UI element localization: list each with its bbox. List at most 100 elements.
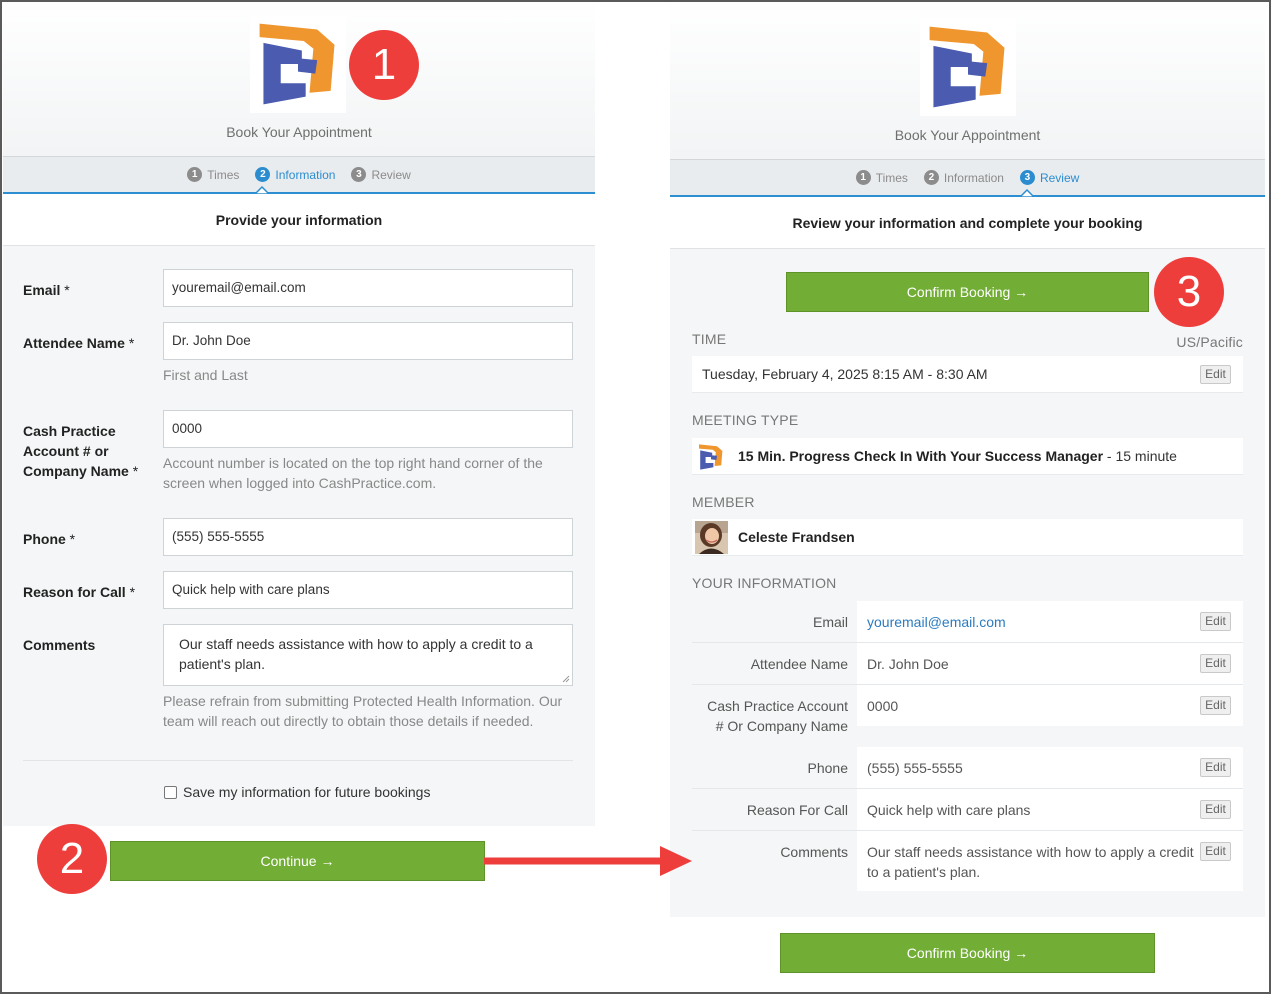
required-mark: *: [69, 531, 76, 547]
meeting-type-section-label: MEETING TYPE: [692, 412, 799, 428]
edit-attendee-button[interactable]: Edit: [1200, 654, 1231, 673]
edit-comments-button[interactable]: Edit: [1200, 842, 1231, 861]
step-label: Review: [1039, 170, 1080, 185]
edit-time-button[interactable]: Edit: [1200, 365, 1231, 384]
phone-input[interactable]: (555) 555-5555: [163, 518, 573, 556]
meeting-logo-icon: [696, 442, 726, 472]
info-email-value[interactable]: youremail@email.com: [867, 614, 1006, 630]
step-review[interactable]: 3 Review: [1019, 170, 1080, 185]
phone-label-text: Phone: [23, 531, 66, 547]
meeting-type-name: 15 Min. Progress Check In With Your Succ…: [738, 448, 1104, 464]
book-title: Book Your Appointment: [894, 127, 1041, 143]
account-label: Cash Practice Account # or Company Name …: [23, 421, 138, 481]
info-account-label-line: # Or Company Name: [715, 718, 848, 734]
required-mark: *: [132, 463, 139, 479]
save-info-label: Save my information for future bookings: [183, 784, 431, 800]
attendee-help-text: First and Last: [163, 367, 248, 383]
info-account-value: 0000: [867, 698, 899, 714]
account-label-line: Cash Practice: [23, 423, 116, 439]
step-number: 3: [1019, 170, 1035, 185]
confirm-booking-button-top[interactable]: Confirm Booking →: [786, 272, 1149, 312]
reason-label-text: Reason for Call: [23, 584, 126, 600]
info-email-row: youremail@email.com Edit: [857, 601, 1243, 642]
account-label-line: Account # or: [23, 443, 109, 459]
resize-grip-icon[interactable]: [562, 675, 570, 683]
email-label: Email *: [23, 280, 70, 300]
step-review[interactable]: 3 Review: [351, 167, 411, 182]
email-label-text: Email: [23, 282, 61, 298]
account-label-line: Company Name: [23, 463, 129, 479]
step-badge-1: 1: [349, 30, 419, 100]
section-heading: Provide your information: [3, 194, 595, 246]
account-input[interactable]: 0000: [163, 410, 573, 448]
step-label: Information: [943, 170, 1004, 185]
info-phone-row: (555) 555-5555 Edit: [857, 747, 1243, 788]
info-attendee-row: Dr. John Doe Edit: [857, 643, 1243, 684]
edit-phone-button[interactable]: Edit: [1200, 758, 1231, 777]
member-section-label: MEMBER: [692, 494, 755, 510]
required-mark: *: [128, 335, 135, 351]
info-attendee-value: Dr. John Doe: [867, 656, 949, 672]
step-badge-3: 3: [1154, 257, 1224, 327]
step-information[interactable]: 2 Information: [255, 167, 335, 182]
confirm-booking-button-bottom[interactable]: Confirm Booking →: [780, 933, 1155, 973]
company-logo: [250, 15, 346, 113]
edit-email-button[interactable]: Edit: [1200, 612, 1231, 631]
member-avatar: [695, 521, 728, 554]
step-number: 3: [351, 167, 367, 182]
booking-review-panel: Book Your Appointment 1 Times 2 Informatio…: [670, 0, 1265, 917]
info-account-label: Cash Practice Account # Or Company Name: [692, 685, 857, 746]
meeting-type-row: 15 Min. Progress Check In With Your Succ…: [692, 438, 1243, 475]
booking-header: Book Your Appointment: [670, 0, 1265, 159]
member-name: Celeste Frandsen: [738, 529, 855, 545]
comments-text: Our staff needs assistance with how to a…: [179, 636, 533, 672]
your-information-section-label: YOUR INFORMATION: [692, 575, 837, 591]
step-number: 1: [855, 170, 871, 185]
timezone-label: US/Pacific: [1176, 334, 1243, 350]
book-title: Book Your Appointment: [226, 124, 372, 140]
info-attendee-label: Attendee Name: [692, 643, 857, 684]
active-step-caret-icon: [255, 186, 269, 194]
info-account-label-line: Cash Practice Account: [707, 698, 848, 714]
attendee-name-label: Attendee Name *: [23, 333, 134, 353]
meeting-duration: - 15 minute: [1103, 448, 1177, 464]
edit-reason-button[interactable]: Edit: [1200, 800, 1231, 819]
phone-label: Phone *: [23, 529, 75, 549]
required-mark: *: [129, 584, 136, 600]
reason-label: Reason for Call *: [23, 582, 135, 602]
info-phone-label: Phone: [692, 747, 857, 788]
save-info-row[interactable]: Save my information for future bookings: [164, 784, 430, 800]
step-number: 2: [923, 170, 939, 185]
section-heading: Review your information and complete you…: [670, 197, 1265, 249]
active-step-caret-icon: [1020, 189, 1034, 197]
info-comments-label: Comments: [692, 831, 857, 872]
step-indicator: 1 Times 2 Information 3 Review: [3, 156, 595, 194]
time-row: Tuesday, February 4, 2025 8:15 AM - 8:30…: [692, 356, 1243, 393]
edit-account-button[interactable]: Edit: [1200, 696, 1231, 715]
reason-input[interactable]: Quick help with care plans: [163, 571, 573, 609]
save-info-checkbox[interactable]: [164, 785, 177, 799]
step-label: Times: [875, 170, 908, 185]
info-reason-row: Quick help with care plans Edit: [857, 789, 1243, 830]
attendee-name-input[interactable]: Dr. John Doe: [163, 322, 573, 360]
info-reason-value: Quick help with care plans: [867, 802, 1031, 818]
company-logo: [920, 18, 1016, 116]
step-times[interactable]: 1 Times: [187, 167, 239, 182]
member-row: Celeste Frandsen: [692, 519, 1243, 556]
step-information[interactable]: 2 Information: [923, 170, 1004, 185]
booking-info-panel: Book Your Appointment 1 Times 2 Informatio…: [3, 0, 595, 826]
red-arrow-icon: [484, 846, 692, 876]
info-reason-label: Reason For Call: [692, 789, 857, 830]
info-comments-value: Our staff needs assistance with how to a…: [867, 844, 1194, 880]
comments-textarea[interactable]: Our staff needs assistance with how to a…: [163, 624, 573, 686]
time-section-label: TIME: [692, 331, 727, 347]
comments-help-text: Please refrain from submitting Protected…: [163, 693, 563, 729]
step-label: Review: [371, 167, 411, 182]
step-label: Times: [207, 167, 240, 182]
email-input[interactable]: youremail@email.com: [163, 269, 573, 307]
time-value: Tuesday, February 4, 2025 8:15 AM - 8:30…: [702, 366, 988, 382]
step-label: Information: [275, 167, 336, 182]
step-times[interactable]: 1 Times: [855, 170, 908, 185]
continue-button[interactable]: Continue →: [110, 841, 485, 881]
step-number: 2: [255, 167, 271, 182]
